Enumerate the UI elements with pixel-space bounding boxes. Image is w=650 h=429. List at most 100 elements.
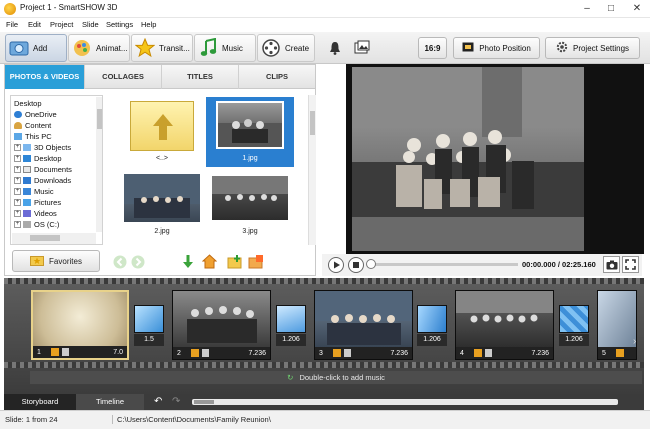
playback-progress-handle[interactable]	[366, 259, 376, 269]
add-all-folder-icon[interactable]	[248, 254, 264, 271]
undo-icon[interactable]: ↶	[154, 396, 162, 407]
slide-2[interactable]: 2 7.236	[172, 290, 271, 360]
transition-2[interactable]: 1.206	[276, 305, 306, 347]
tree-item-downloads[interactable]: + Downloads	[14, 175, 71, 186]
forward-arrow-icon[interactable]	[131, 255, 145, 271]
photo-position-button[interactable]: Photo Position	[453, 37, 540, 59]
tree-item-os-c[interactable]: + OS (C:)	[14, 219, 59, 230]
minimize-button[interactable]: –	[576, 0, 598, 17]
sound-icon[interactable]	[485, 349, 492, 357]
expand-icon[interactable]: +	[14, 210, 21, 217]
transitions-tool-button[interactable]: Transit...	[131, 34, 193, 62]
redo-icon[interactable]: ↷	[172, 396, 180, 407]
slide-info-bar: 5	[598, 347, 636, 359]
animation-tool-button[interactable]: Animat...	[68, 34, 130, 62]
slide-info-bar: 3 7.236	[315, 347, 412, 359]
scroll-right-icon[interactable]: ›	[633, 336, 636, 347]
slide-5[interactable]: 5	[597, 290, 637, 360]
slide-info-bar: 1 7.0	[33, 346, 127, 358]
menu-slide[interactable]: Slide	[82, 20, 99, 29]
tab-clips[interactable]: CLIPS	[239, 65, 315, 89]
edit-slide-icon[interactable]	[191, 349, 199, 357]
edit-slide-icon[interactable]	[51, 348, 59, 356]
project-settings-button[interactable]: Project Settings	[545, 37, 640, 59]
transition-thumbnail	[417, 305, 447, 333]
expand-icon[interactable]: +	[14, 166, 21, 173]
file-item-2-jpg[interactable]: 2.jpg	[118, 170, 206, 240]
snapshot-button[interactable]	[603, 256, 620, 273]
expand-icon[interactable]: +	[14, 221, 21, 228]
play-button[interactable]	[328, 257, 344, 275]
file-item-1-jpg[interactable]: 1.jpg	[206, 97, 294, 167]
maximize-button[interactable]: □	[600, 0, 622, 17]
tree-item-music[interactable]: + Music	[14, 186, 54, 197]
app-logo-icon	[4, 3, 16, 15]
music-hint: Double-click to add music	[299, 373, 385, 382]
storyboard-scrollbar[interactable]	[192, 399, 618, 405]
expand-icon[interactable]: +	[14, 144, 21, 151]
tree-item-documents[interactable]: + Documents	[14, 164, 72, 175]
music-add-icon: ↻	[287, 373, 294, 382]
close-button[interactable]: ✕	[624, 0, 650, 17]
stop-button[interactable]	[348, 257, 364, 275]
sound-icon[interactable]	[344, 349, 351, 357]
slide-duration: 7.236	[390, 349, 408, 357]
file-name: 2.jpg	[154, 228, 170, 235]
folder-path: C:\Users\Content\Documents\Family Reunio…	[112, 415, 271, 424]
tree-item-onedrive[interactable]: OneDrive	[14, 109, 57, 120]
menu-settings[interactable]: Settings	[106, 20, 133, 29]
files-vertical-scrollbar[interactable]	[308, 95, 316, 245]
transition-1[interactable]: 1.5	[134, 305, 164, 347]
slide-info-bar: 4 7.236	[456, 347, 553, 359]
fullscreen-button[interactable]	[622, 256, 639, 273]
sound-icon[interactable]	[202, 349, 209, 357]
tree-item-desktop[interactable]: + Desktop	[14, 153, 62, 164]
slide-4[interactable]: 4 7.236	[455, 290, 554, 360]
home-folder-icon[interactable]	[201, 254, 218, 271]
expand-icon[interactable]: +	[14, 199, 21, 206]
edit-slide-icon[interactable]	[616, 349, 624, 357]
add-folder-icon[interactable]	[227, 254, 243, 271]
file-item-3-jpg[interactable]: 3.jpg	[206, 170, 294, 240]
favorites-button[interactable]: Favorites	[12, 250, 100, 272]
playback-progress-track[interactable]	[370, 263, 518, 266]
tree-item-desktop-root[interactable]: Desktop	[14, 98, 42, 109]
create-tool-button[interactable]: Create	[257, 34, 315, 62]
expand-icon[interactable]: +	[14, 155, 21, 162]
tab-storyboard[interactable]: Storyboard	[4, 394, 76, 410]
tree-horizontal-scrollbar[interactable]	[12, 233, 96, 244]
menu-file[interactable]: File	[6, 20, 18, 29]
gear-icon	[556, 41, 568, 55]
expand-icon[interactable]: +	[14, 188, 21, 195]
transition-3[interactable]: 1.206	[417, 305, 447, 347]
back-arrow-icon[interactable]	[113, 255, 127, 271]
sound-icon[interactable]	[62, 348, 69, 356]
expand-icon[interactable]: +	[14, 177, 21, 184]
tree-vertical-scrollbar[interactable]	[96, 97, 102, 232]
add-tool-button[interactable]: Add	[5, 34, 67, 62]
edit-slide-icon[interactable]	[474, 349, 482, 357]
tree-item-this-pc[interactable]: This PC	[14, 131, 52, 142]
menu-project[interactable]: Project	[50, 20, 73, 29]
tree-item-content[interactable]: Content	[14, 120, 51, 131]
music-track[interactable]: ↻ Double-click to add music	[30, 371, 642, 384]
file-item-parent-folder[interactable]: <..>	[118, 97, 206, 167]
tree-item-videos[interactable]: + Videos	[14, 208, 57, 219]
download-arrow-icon[interactable]	[181, 254, 195, 271]
menu-edit[interactable]: Edit	[28, 20, 41, 29]
gallery-icon[interactable]	[354, 40, 370, 57]
transition-4[interactable]: 1.206	[559, 305, 589, 347]
aspect-ratio-button[interactable]: 16:9	[418, 37, 447, 59]
tree-item-3d-objects[interactable]: +3D Objects	[14, 142, 71, 153]
slide-1[interactable]: 1 7.0	[31, 290, 129, 360]
tab-collages[interactable]: COLLAGES	[85, 65, 162, 89]
music-tool-button[interactable]: Music	[194, 34, 256, 62]
tab-photos-videos[interactable]: PHOTOS & VIDEOS	[5, 65, 85, 89]
tab-timeline[interactable]: Timeline	[76, 394, 144, 410]
menu-help[interactable]: Help	[141, 20, 156, 29]
tree-item-pictures[interactable]: + Pictures	[14, 197, 61, 208]
tab-titles[interactable]: TITLES	[162, 65, 239, 89]
edit-slide-icon[interactable]	[333, 349, 341, 357]
slide-3[interactable]: 3 7.236	[314, 290, 413, 360]
bell-icon[interactable]	[329, 41, 341, 57]
